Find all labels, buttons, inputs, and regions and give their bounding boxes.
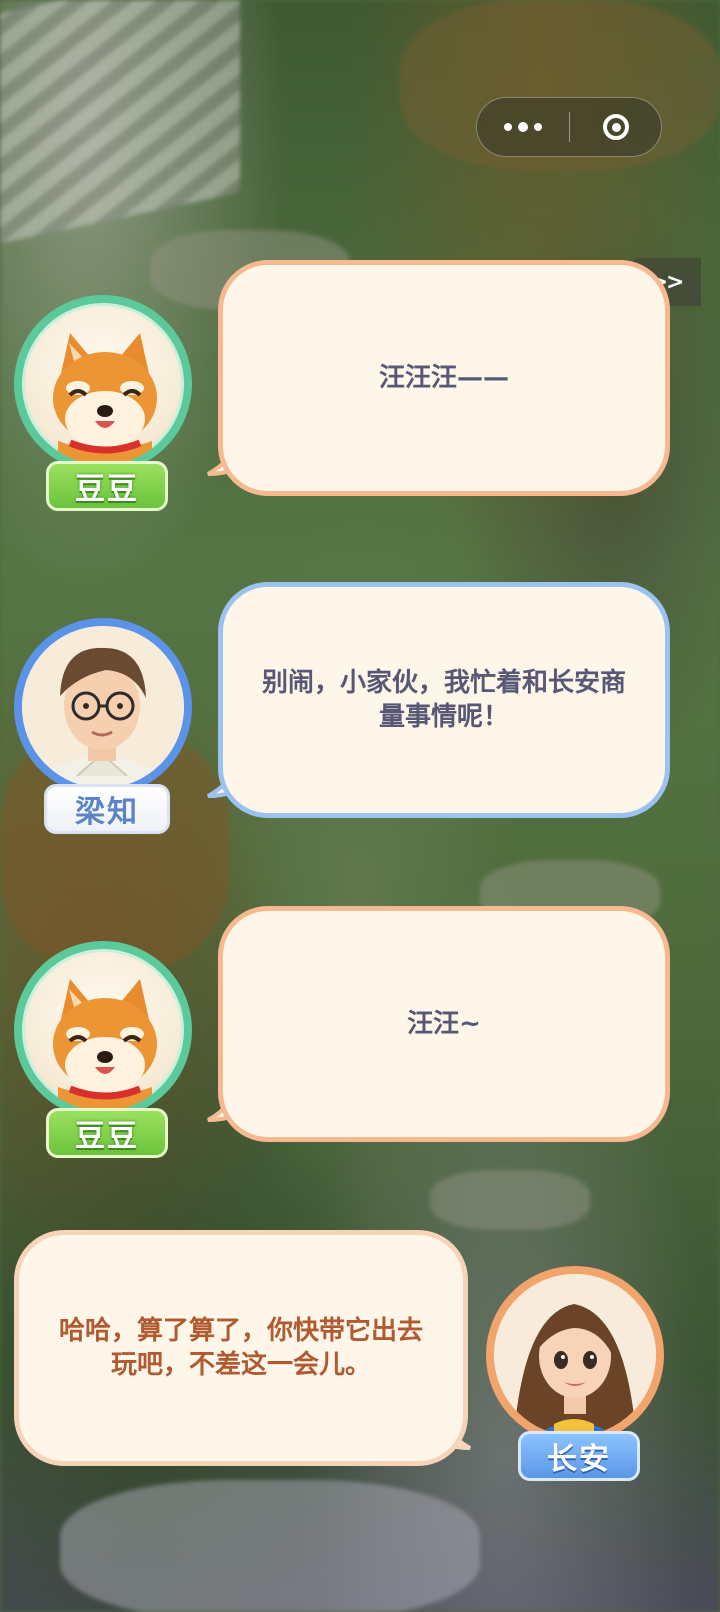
speaker-name-tag: 豆豆 [46,461,168,511]
building-roof [0,0,240,248]
speaker-name-tag: 豆豆 [46,1108,168,1158]
shiba-dog-icon [53,979,157,1111]
shiba-dog-avatar [14,941,192,1119]
more-dots-icon[interactable] [477,98,569,156]
dialogue-bubble[interactable]: 汪汪~ [218,906,670,1142]
dialogue-text-line: 量事情呢！ [378,702,509,732]
glasses-young-man-avatar [14,618,192,796]
dialogue-text-line: 玩吧，不差这一会儿。 [110,1350,371,1380]
path-stone [60,1480,480,1612]
miniprogram-capsule [476,97,662,157]
dialogue-text: 汪汪~ [407,1009,481,1039]
dialogue-bubble[interactable]: 哈哈，算了算了，你快带它出去 玩吧，不差这一会儿。 [14,1230,468,1466]
young-woman-portrait-icon [494,1274,656,1436]
speaker-name-tag: 梁知 [44,784,170,834]
dialogue-text: 汪汪汪—— [378,363,509,393]
young-woman-avatar [486,1266,664,1444]
dialogue-text-line: 别闹，小家伙，我忙着和长安商 [261,668,626,698]
dialogue-bubble[interactable]: 汪汪汪—— [218,260,670,496]
target-circle-icon[interactable] [570,98,662,156]
dialogue-bubble[interactable]: 别闹，小家伙，我忙着和长安商 量事情呢！ [218,582,670,818]
path-stone [430,1170,590,1230]
young-man-portrait-icon [22,626,184,788]
speaker-name-tag: 长安 [518,1431,640,1481]
shiba-dog-avatar [14,295,192,473]
dialogue-text-line: 哈哈，算了算了，你快带它出去 [58,1316,423,1346]
shiba-dog-icon [53,333,157,465]
